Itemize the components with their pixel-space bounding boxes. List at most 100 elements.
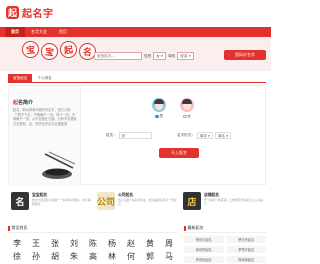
gender-radio-female[interactable]	[182, 114, 187, 119]
surname-link[interactable]: 徐	[8, 250, 26, 262]
surname-link[interactable]: 刘	[65, 237, 83, 249]
chevron-down-icon: ▼	[207, 134, 211, 138]
feature-desc: 给大大宝宝和小孩起一个好听好听的名，含义解析更好	[32, 198, 91, 206]
gender-label-female: 女	[187, 114, 192, 118]
boy-avatar-icon	[152, 98, 166, 112]
surname-grid: 李王张刘陈杨赵黄周徐孙胡朱高林何郭马	[8, 237, 178, 262]
logo-text: 起名字	[22, 9, 54, 20]
submit-naming-button[interactable]: 马上起名	[159, 148, 199, 158]
feature-shop-naming[interactable]: 店 店铺起名 开个好名气的店铺，让你的店开得红红火火好运气	[180, 190, 266, 214]
site-logo[interactable]: 起 起名字	[6, 5, 54, 20]
chevron-down-icon: ▼	[225, 134, 229, 138]
feature-desc: 给公司起个好名字创业，成为品牌好名字一定好记	[118, 198, 177, 206]
namelen-alt-select[interactable]: 单名 ▼	[215, 132, 232, 139]
feature-text: 店铺起名 开个好名气的店铺，让你的店开得红红火火好运气	[204, 192, 264, 206]
surname-link[interactable]: 黄	[141, 237, 159, 249]
gender-option-female[interactable]: 女	[180, 98, 194, 119]
latest-name-link[interactable]: 杨欣悦起名	[184, 246, 224, 253]
surname-link[interactable]: 赵	[122, 237, 140, 249]
namelen-alt-value: 单名	[218, 134, 225, 138]
nav-item-home[interactable]: 首页	[5, 27, 25, 37]
surname-link[interactable]: 孙	[27, 250, 45, 262]
latest-name-link[interactable]: 罗红彤起名	[226, 236, 266, 243]
latest-name-link[interactable]: 罗思汐起名	[226, 246, 266, 253]
section-title: 常见姓氏	[11, 225, 28, 230]
hero-title-char: 宝	[21, 40, 40, 59]
surname-link[interactable]: 王	[27, 237, 45, 249]
hero-submit-button[interactable]: 国际好名字	[224, 50, 266, 60]
namelen-value: 单字	[199, 134, 207, 138]
surname-link[interactable]: 胡	[46, 250, 64, 262]
namelen-label: 名字形式：	[177, 133, 195, 137]
hero-gender-select[interactable]: 女 ▼	[153, 52, 167, 60]
company-naming-icon: 公司	[97, 192, 115, 210]
nav-item-home-2[interactable]: 首页	[53, 27, 73, 37]
gender-radio-male[interactable]	[154, 114, 159, 119]
logo-mark-icon: 起	[6, 6, 19, 19]
latest-name-link[interactable]: 周雨泽起名	[226, 256, 266, 263]
surname-link[interactable]: 高	[84, 250, 102, 262]
latest-name-link[interactable]: 李欣怡起名	[184, 256, 224, 263]
girl-avatar-icon	[180, 98, 194, 112]
feature-text: 宝宝起名 给大大宝宝和小孩起一个好听好听的名，含义解析更好	[32, 192, 92, 206]
gender-picker: 男 女	[152, 98, 194, 119]
hero-title: 宝 宝 起 名	[21, 40, 98, 62]
hero-banner: 宝 宝 起 名 宝宝姓氏... 性别 女 ▼ 单双 双名 ▼ 国际好名字	[0, 37, 271, 71]
latest-name-link[interactable]: 杨欣贝起名	[184, 236, 224, 243]
chevron-down-icon: ▼	[188, 53, 191, 58]
latest-name-list: 杨欣贝起名 罗红彤起名 杨欣悦起名 罗思汐起名 李欣怡起名 周雨泽起名	[184, 236, 266, 263]
common-surnames-section: 常见姓氏 李王张刘陈杨赵黄周徐孙胡朱高林何郭马	[8, 224, 178, 264]
hero-option-select[interactable]: 双名 ▼	[177, 52, 194, 60]
inkstone-brush-icon	[42, 151, 76, 179]
surname-link[interactable]: 陈	[84, 237, 102, 249]
hair-shape	[154, 99, 164, 104]
nav-item-names[interactable]: 名字大全	[25, 27, 53, 37]
hero-surname-input[interactable]: 宝宝姓氏...	[94, 52, 142, 60]
hair-shape	[182, 99, 192, 104]
surname-row: 姓氏： 张	[106, 132, 152, 139]
section-header: 最新起名	[184, 224, 266, 233]
main-nav: 首页 名字大全 首页	[0, 27, 271, 37]
mode-tabs: 宝宝起名 个人测名	[8, 74, 266, 83]
hero-option-label: 单双	[168, 53, 176, 58]
surname-link[interactable]: 马	[160, 250, 178, 262]
tab-personal-test[interactable]: 个人测名	[32, 74, 56, 82]
hero-gender-label: 性别	[144, 53, 152, 58]
surname-input[interactable]: 张	[118, 132, 152, 139]
surname-link[interactable]: 张	[46, 237, 64, 249]
surname-link[interactable]: 郭	[141, 250, 159, 262]
feature-baby-naming[interactable]: 名 宝宝起名 给大大宝宝和小孩起一个好听好听的名，含义解析更好	[8, 190, 94, 214]
namelen-select[interactable]: 单字 ▼	[196, 132, 214, 139]
intro-panel: 起名简介 起名，看似简单仔细写好名字，但又父母「「镜子下去，不明确于一页」简介一…	[9, 86, 81, 186]
baby-naming-icon: 名	[11, 192, 29, 210]
gender-row-female: 女	[182, 114, 192, 119]
feature-desc: 开个好名气的店铺，让你的店开得红红火火好运气	[204, 198, 263, 206]
hero-title-char: 宝	[39, 41, 60, 62]
intro-title: 起名简介	[13, 99, 33, 106]
chevron-down-icon: ▼	[160, 53, 164, 58]
gender-row-male: 男	[154, 114, 164, 119]
intro-body: 起名，看似简单仔细写好名字，但又父母「「镜子下去，不明确于一页」简介一页，不明确…	[13, 108, 77, 126]
intro-title-rest: 名简介	[18, 100, 34, 106]
section-accent-bar	[8, 225, 10, 231]
gender-option-male[interactable]: 男	[152, 98, 166, 119]
hero-option-value: 双名	[180, 53, 188, 58]
hero-gender-value: 女	[156, 53, 160, 58]
surname-link[interactable]: 何	[122, 250, 140, 262]
surname-link[interactable]: 杨	[103, 237, 121, 249]
gender-label-male: 男	[159, 114, 164, 118]
tab-baby-naming[interactable]: 宝宝起名	[8, 74, 33, 82]
surname-link[interactable]: 李	[8, 237, 26, 249]
section-header: 常见姓氏	[8, 224, 178, 233]
surname-label: 姓氏：	[106, 133, 117, 137]
hero-title-char: 起	[59, 40, 78, 59]
section-title: 最新起名	[187, 225, 204, 230]
surname-link[interactable]: 林	[103, 250, 121, 262]
surname-link[interactable]: 周	[160, 237, 178, 249]
surname-link[interactable]: 朱	[65, 250, 83, 262]
latest-names-section: 最新起名 杨欣贝起名 罗红彤起名 杨欣悦起名 罗思汐起名 李欣怡起名 周雨泽起名	[184, 224, 266, 264]
top-bar: 起 起名字	[0, 0, 271, 23]
feature-text: 公司起名 给公司起个好名字创业，成为品牌好名字一定好记	[118, 192, 178, 206]
section-accent-bar	[184, 225, 186, 231]
feature-company-naming[interactable]: 公司 公司起名 给公司起个好名字创业，成为品牌好名字一定好记	[94, 190, 180, 214]
